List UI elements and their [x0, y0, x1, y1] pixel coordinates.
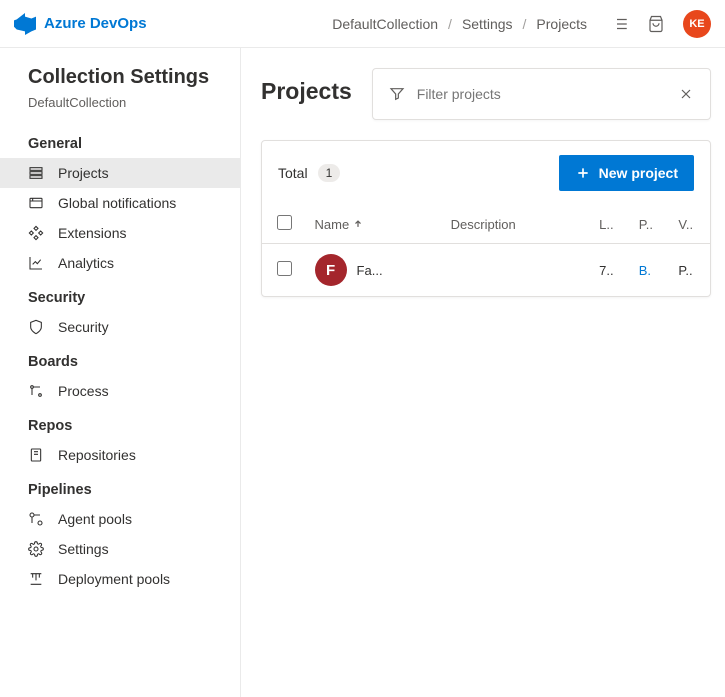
col-description[interactable]: Description	[443, 205, 592, 244]
col-v[interactable]: V..	[670, 205, 710, 244]
project-description	[443, 244, 592, 297]
plus-icon	[575, 165, 591, 181]
deployment-pools-icon	[28, 571, 44, 587]
shield-icon	[28, 319, 44, 335]
new-project-button[interactable]: New project	[559, 155, 694, 191]
agent-pools-icon	[28, 511, 44, 527]
table-row[interactable]: F Fa... 7.. B. P..	[262, 244, 710, 297]
sidebar-title: Collection Settings	[0, 66, 240, 95]
sidebar-item-repositories[interactable]: Repositories	[0, 440, 240, 470]
sidebar-item-deployment-pools[interactable]: Deployment pools	[0, 564, 240, 594]
select-all-checkbox[interactable]	[277, 215, 292, 230]
sidebar-item-agent-pools[interactable]: Agent pools	[0, 504, 240, 534]
sidebar-item-process[interactable]: Process	[0, 376, 240, 406]
page-title: Projects	[261, 68, 352, 105]
process-icon	[28, 383, 44, 399]
total-badge: 1	[318, 164, 341, 182]
analytics-icon	[28, 255, 44, 271]
extensions-icon	[28, 225, 44, 241]
shopping-bag-icon[interactable]	[647, 15, 665, 33]
breadcrumb-3[interactable]: Projects	[536, 16, 587, 32]
sidebar-item-projects[interactable]: Projects	[0, 158, 240, 188]
sidebar-item-extensions[interactable]: Extensions	[0, 218, 240, 248]
filter-icon	[389, 86, 405, 102]
row-checkbox[interactable]	[277, 261, 292, 276]
col-name[interactable]: Name	[307, 205, 443, 244]
project-avatar: F	[315, 254, 347, 286]
list-icon[interactable]	[611, 15, 629, 33]
gear-icon	[28, 541, 44, 557]
cell-p[interactable]: B.	[631, 244, 671, 297]
brand[interactable]: Azure DevOps	[14, 13, 147, 35]
group-repos: Repos	[0, 406, 240, 440]
total: Total 1	[278, 164, 340, 182]
close-icon[interactable]	[678, 86, 694, 102]
projects-card: Total 1 New project Name Des	[261, 140, 711, 297]
sidebar-item-global-notifications[interactable]: Global notifications	[0, 188, 240, 218]
group-boards: Boards	[0, 342, 240, 376]
sort-asc-icon	[353, 219, 363, 229]
col-p[interactable]: P..	[631, 205, 671, 244]
breadcrumb: DefaultCollection / Settings / Projects	[332, 16, 587, 32]
azure-devops-icon	[14, 13, 36, 35]
sidebar: Collection Settings DefaultCollection Ge…	[0, 48, 241, 697]
cell-v: P..	[670, 244, 710, 297]
filter-input[interactable]	[417, 86, 666, 102]
repositories-icon	[28, 447, 44, 463]
sidebar-item-settings[interactable]: Settings	[0, 534, 240, 564]
brand-label: Azure DevOps	[44, 15, 147, 32]
filter-box[interactable]	[372, 68, 711, 120]
group-pipelines: Pipelines	[0, 470, 240, 504]
projects-icon	[28, 165, 44, 181]
cell-l: 7..	[591, 244, 631, 297]
breadcrumb-2[interactable]: Settings	[462, 16, 513, 32]
sidebar-item-security[interactable]: Security	[0, 312, 240, 342]
notifications-icon	[28, 195, 44, 211]
sidebar-subtitle: DefaultCollection	[0, 95, 240, 124]
group-general: General	[0, 124, 240, 158]
col-l[interactable]: L..	[591, 205, 631, 244]
group-security: Security	[0, 278, 240, 312]
avatar[interactable]: KE	[683, 10, 711, 38]
projects-table: Name Description L.. P.. V..	[262, 205, 710, 296]
sidebar-item-analytics[interactable]: Analytics	[0, 248, 240, 278]
project-name: Fa...	[357, 263, 383, 278]
breadcrumb-1[interactable]: DefaultCollection	[332, 16, 438, 32]
